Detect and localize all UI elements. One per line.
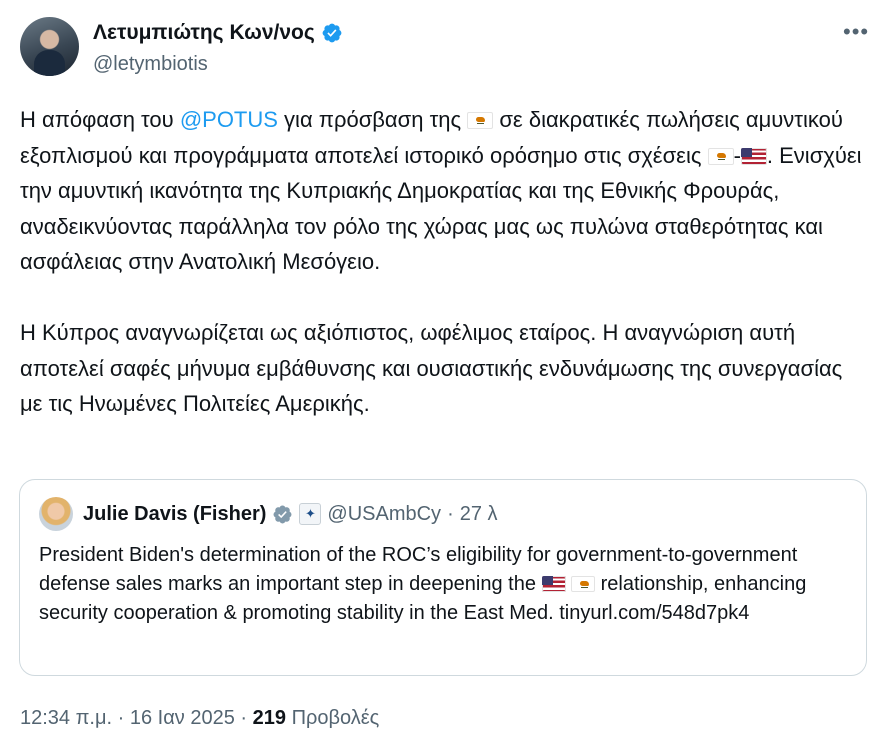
quoted-author-avatar[interactable] xyxy=(39,497,73,531)
tweet-text-segment: - xyxy=(733,142,741,168)
tweet-text: Η απόφαση του @POTUS για πρόσβαση της σε… xyxy=(20,102,870,422)
separator-dot: · xyxy=(447,502,454,525)
tweet-text-segment: Η απόφαση του xyxy=(20,107,180,132)
tweet-date[interactable]: 16 Ιαν 2025 xyxy=(130,707,235,729)
cyprus-flag-icon xyxy=(467,112,494,129)
separator-dot: · xyxy=(240,707,248,729)
us-flag-icon xyxy=(740,147,767,165)
tweet-meta: 12:34 π.μ. · 16 Ιαν 2025 · 219 Προβολές xyxy=(20,705,379,731)
quoted-tweet-card[interactable]: Julie Davis (Fisher) ✦ @USAmbCy · 27 λ P… xyxy=(19,479,867,676)
more-options-icon[interactable]: ••• xyxy=(843,20,869,44)
gray-verified-badge-icon xyxy=(273,505,292,523)
tweet-text-segment: για πρόσβαση της xyxy=(277,107,468,132)
cyprus-flag-icon xyxy=(571,576,596,592)
tweet-paragraph-2: Η Κύπρος αναγνωρίζεται ως αξιόπιστος, ωφ… xyxy=(20,320,843,416)
verified-badge-icon xyxy=(322,23,342,43)
author-avatar[interactable] xyxy=(20,17,79,76)
views-label[interactable]: Προβολές xyxy=(292,707,380,729)
cyprus-flag-icon xyxy=(707,147,734,165)
separator-dot: · xyxy=(117,707,125,729)
author-handle[interactable]: @letymbiotis xyxy=(93,51,208,77)
tweet-paragraph-1: Η απόφαση του @POTUS για πρόσβαση της σε… xyxy=(20,102,870,280)
author-name-row[interactable]: Λετυμπιώτης Κων/νος xyxy=(93,19,343,47)
mention-link[interactable]: @POTUS xyxy=(180,107,278,132)
quoted-timestamp[interactable]: 27 λ xyxy=(460,503,498,526)
government-seal-icon: ✦ xyxy=(299,503,322,525)
quoted-author-name[interactable]: Julie Davis (Fisher) xyxy=(83,503,266,526)
views-count[interactable]: 219 xyxy=(253,707,286,729)
tweet-time[interactable]: 12:34 π.μ. xyxy=(20,707,112,729)
author-name[interactable]: Λετυμπιώτης Κων/νος xyxy=(93,19,315,47)
quoted-tweet-header: Julie Davis (Fisher) ✦ @USAmbCy · 27 λ xyxy=(39,497,498,531)
quoted-tweet-text: President Biden's determination of the R… xyxy=(39,541,849,628)
quoted-author-handle[interactable]: @USAmbCy xyxy=(327,503,441,526)
us-flag-icon xyxy=(541,576,566,592)
